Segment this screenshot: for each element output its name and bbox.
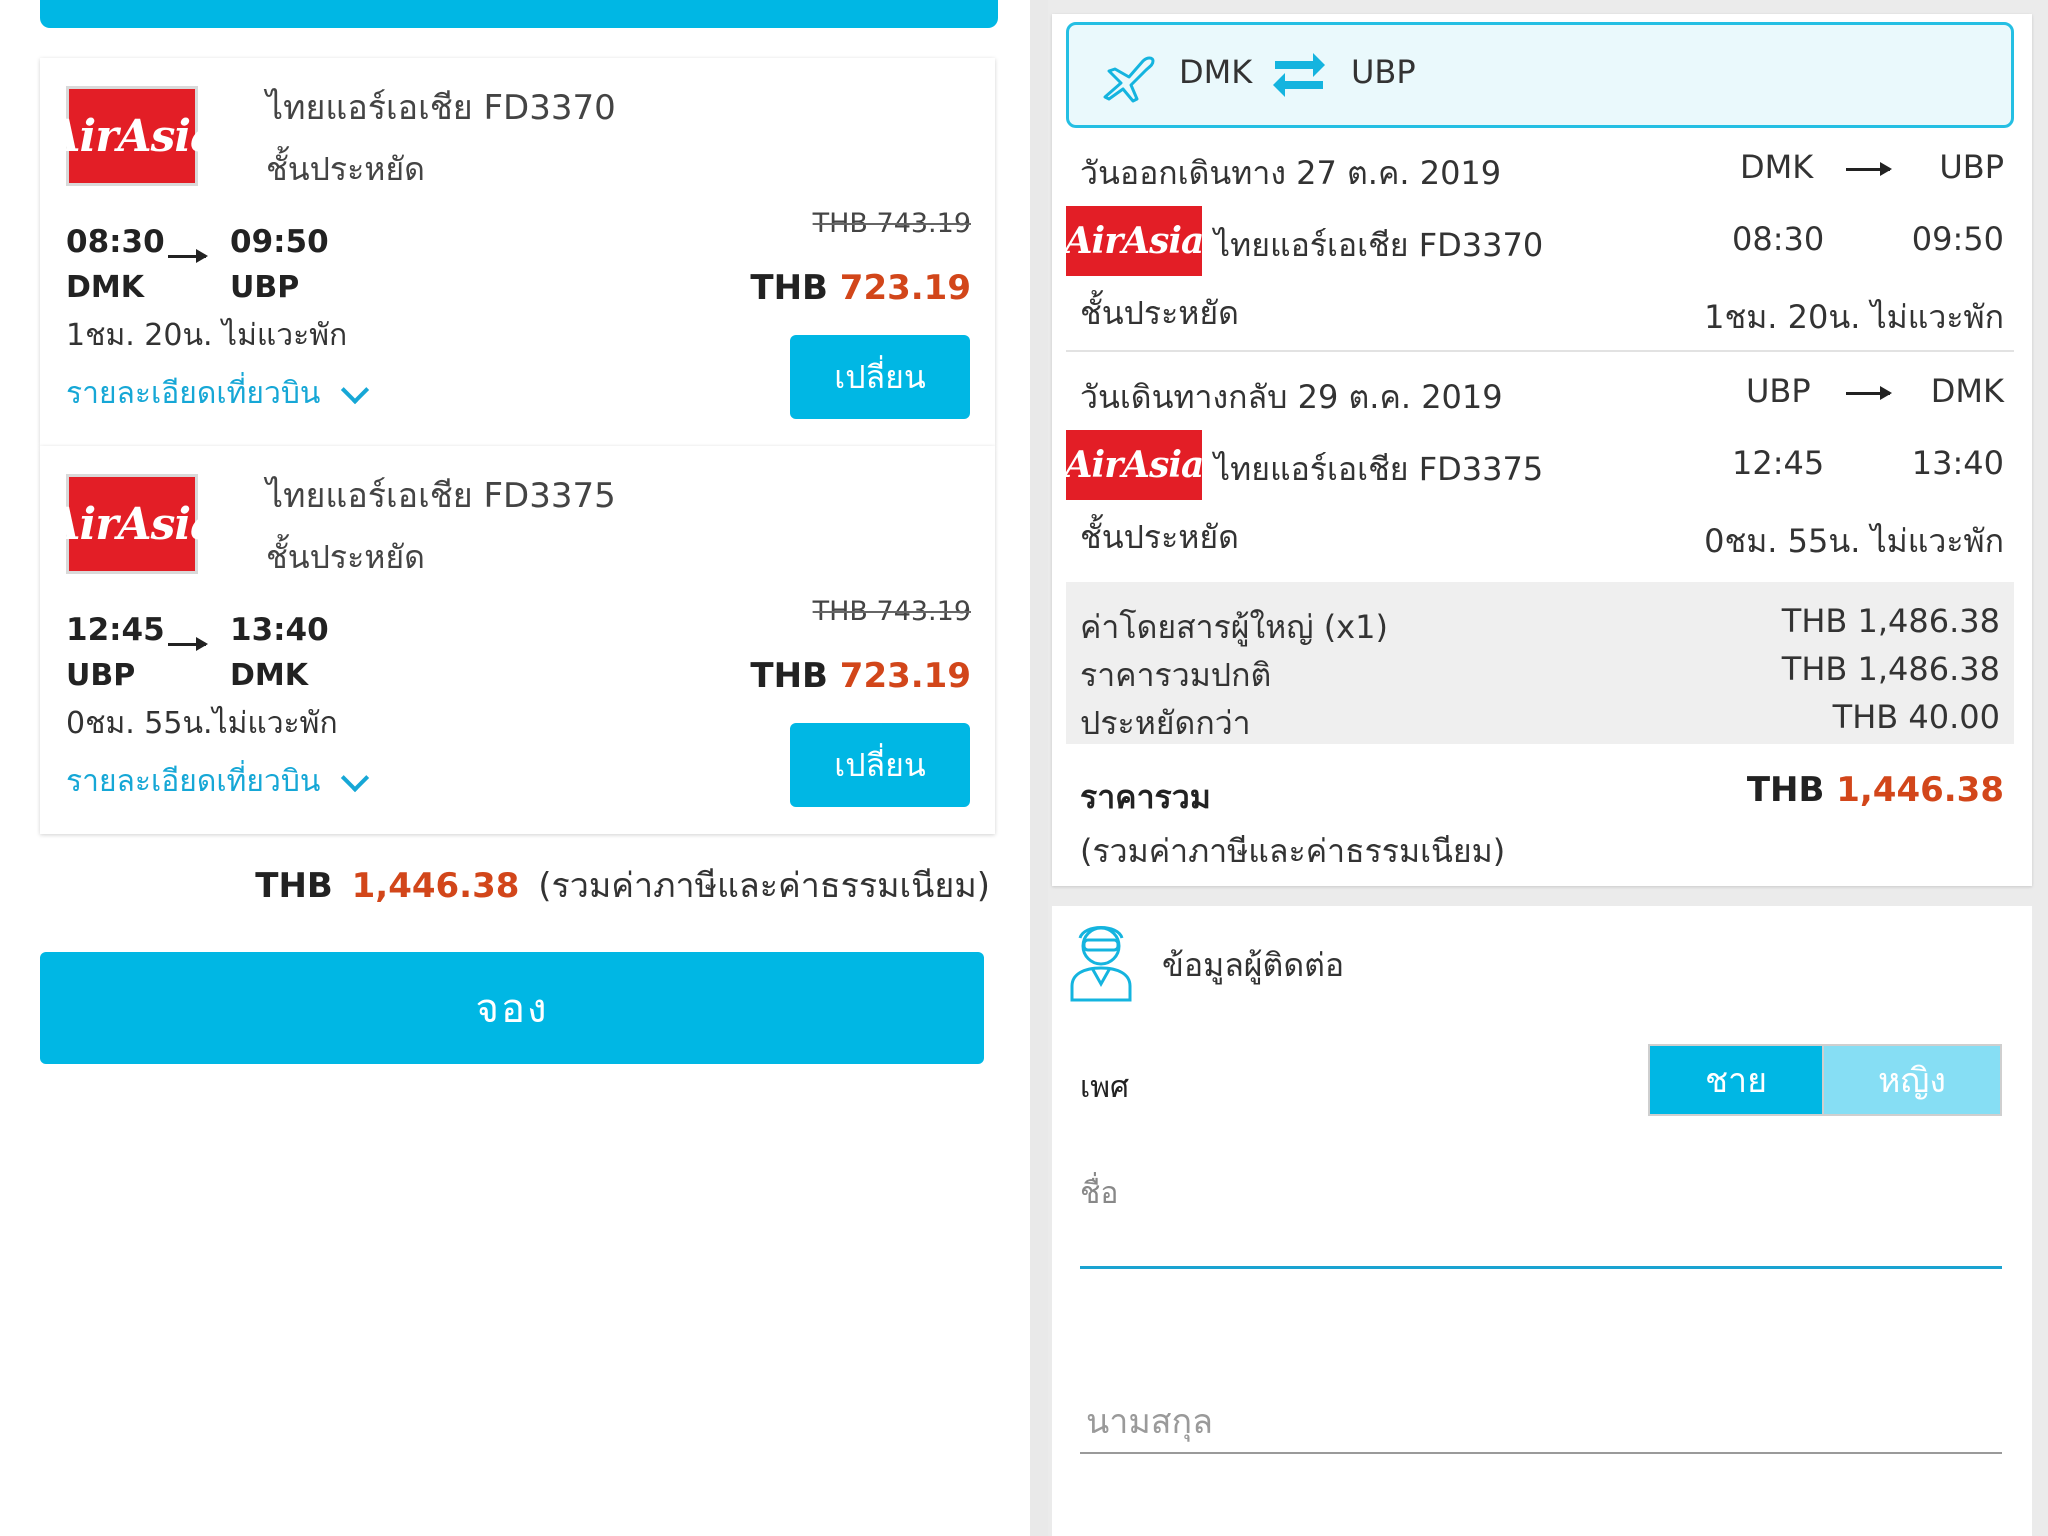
outbound-arrive-time: 09:50 <box>1911 220 2004 258</box>
airasia-logo: AirAsia <box>46 474 219 574</box>
price-amount: 723.19 <box>839 656 971 696</box>
arrow-right-icon <box>168 249 208 263</box>
arrow-right-icon <box>1846 162 1892 176</box>
flight-price: THB 723.19 <box>750 268 971 308</box>
depart-airport: UBP <box>66 658 136 693</box>
arrow-right-icon <box>1846 386 1892 400</box>
return-depart-time: 12:45 <box>1732 444 1825 482</box>
contact-person-icon <box>1070 926 1132 1002</box>
last-name-placeholder: นามสกุล <box>1086 1402 1213 1442</box>
gender-female-button[interactable]: หญิง <box>1824 1044 2002 1116</box>
return-arrive-time: 13:40 <box>1911 444 2004 482</box>
route-from: DMK <box>1179 53 1253 91</box>
first-name-input[interactable] <box>1080 1206 2002 1269</box>
price-currency: THB <box>750 656 828 696</box>
gender-label: เพศ <box>1080 1070 1130 1105</box>
return-duration: 0ชม. 55น. ไม่แวะพัก <box>1704 522 2004 560</box>
segment-divider <box>1066 350 2014 352</box>
outbound-depart-time: 08:30 <box>1732 220 1825 258</box>
price-currency: THB <box>750 268 828 308</box>
arrive-airport: DMK <box>230 658 309 693</box>
outbound-class: ชั้นประหยัด <box>1080 294 1239 332</box>
flight-card-outbound: AirAsia ไทยแอร์เอเชีย FD3370 ชั้นประหยัด… <box>40 58 995 446</box>
flight-selection-panel: AirAsia ไทยแอร์เอเชีย FD3370 ชั้นประหยัด… <box>0 0 1030 1536</box>
route-to: UBP <box>1351 53 1416 91</box>
flight-class: ชั้นประหยัด <box>266 538 425 576</box>
arrow-right-icon <box>168 637 208 651</box>
contact-info-card: ข้อมูลผู้ติดต่อ เพศ ชาย หญิง ชื่อ นามสกุ… <box>1052 906 2032 1536</box>
book-button[interactable]: จอง <box>40 952 984 1064</box>
fare-value: THB 1,486.38 <box>1781 650 2000 688</box>
grand-total-label: ราคารวม <box>1080 778 1211 816</box>
booking-summary-panel: DMK UBP วันออกเดินทาง 27 ต.ค. 2019 DMK U… <box>1048 0 2048 1536</box>
arrive-airport: UBP <box>230 270 300 305</box>
airasia-logo: AirAsia <box>46 86 219 186</box>
return-to: DMK <box>1930 372 2004 410</box>
flight-duration: 0ชม. 55น.ไม่แวะพัก <box>66 706 338 741</box>
return-airline: ไทยแอร์เอเชีย FD3375 <box>1214 450 1544 488</box>
round-trip-icon <box>1273 53 1325 97</box>
flight-price: THB 723.19 <box>750 656 971 696</box>
flight-details-label: รายละเอียดเที่ยวบิน <box>66 376 321 411</box>
arrive-time: 09:50 <box>230 224 329 260</box>
grand-total-note: (รวมค่าภาษีและค่าธรรมเนียม) <box>1080 832 1506 870</box>
top-accent-bar <box>40 0 998 28</box>
fare-value: THB 40.00 <box>1832 698 2000 736</box>
total-price-line: THB 1,446.38 (รวมค่าภาษีและค่าธรรมเนียม) <box>255 858 990 912</box>
chevron-down-icon[interactable] <box>340 763 370 793</box>
airasia-logo: AirAsia <box>1065 430 1204 500</box>
return-from: UBP <box>1746 372 1811 410</box>
grand-total-price: THB 1,446.38 <box>1747 770 2004 810</box>
flight-card-return: AirAsia ไทยแอร์เอเชีย FD3375 ชั้นประหยัด… <box>40 446 995 834</box>
flight-details-label: รายละเอียดเที่ยวบิน <box>66 764 321 799</box>
airplane-icon <box>1103 56 1155 103</box>
flight-airline: ไทยแอร์เอเชีย FD3370 <box>266 88 616 128</box>
last-name-input[interactable]: นามสกุล <box>1080 1394 2002 1454</box>
price-amount: 723.19 <box>839 268 971 308</box>
old-price: THB 743.19 <box>812 596 971 627</box>
trip-summary-card: DMK UBP วันออกเดินทาง 27 ต.ค. 2019 DMK U… <box>1052 14 2032 886</box>
contact-title: ข้อมูลผู้ติดต่อ <box>1162 946 1345 984</box>
flight-details-link[interactable]: รายละเอียดเที่ยวบิน <box>66 370 320 417</box>
flight-class: ชั้นประหยัด <box>266 150 425 188</box>
chevron-down-icon[interactable] <box>340 375 370 405</box>
outbound-from: DMK <box>1740 148 1814 186</box>
total-amount: 1,446.38 <box>351 866 520 906</box>
change-flight-button[interactable]: เปลี่ยน <box>790 335 970 419</box>
old-price: THB 743.19 <box>812 208 971 239</box>
fare-label: ค่าโดยสารผู้ใหญ่ (x1) <box>1080 608 1388 646</box>
fare-label: ราคารวมปกติ <box>1080 656 1272 694</box>
depart-time: 12:45 <box>66 612 165 648</box>
return-class: ชั้นประหยัด <box>1080 518 1239 556</box>
grand-total-currency: THB <box>1746 770 1825 810</box>
return-date: วันเดินทางกลับ 29 ต.ค. 2019 <box>1080 378 1503 416</box>
total-currency: THB <box>255 866 333 906</box>
arrive-time: 13:40 <box>230 612 329 648</box>
fare-breakdown: ค่าโดยสารผู้ใหญ่ (x1) THB 1,486.38 ราคาร… <box>1066 582 2014 744</box>
total-note: (รวมค่าภาษีและค่าธรรมเนียม) <box>538 866 990 906</box>
flight-duration: 1ชม. 20น. ไม่แวะพัก <box>66 318 348 353</box>
outbound-to: UBP <box>1939 148 2004 186</box>
depart-time: 08:30 <box>66 224 165 260</box>
panel-divider <box>1030 0 1048 1536</box>
flight-details-link[interactable]: รายละเอียดเที่ยวบิน <box>66 758 320 805</box>
outbound-airline: ไทยแอร์เอเชีย FD3370 <box>1214 226 1544 264</box>
airasia-logo: AirAsia <box>1065 206 1204 276</box>
grand-total-amount: 1,446.38 <box>1836 770 2004 810</box>
gender-male-button[interactable]: ชาย <box>1648 1044 1824 1116</box>
flight-airline: ไทยแอร์เอเชีย FD3375 <box>266 476 616 516</box>
outbound-duration: 1ชม. 20น. ไม่แวะพัก <box>1704 298 2004 336</box>
fare-label: ประหยัดกว่า <box>1080 704 1251 742</box>
outbound-date: วันออกเดินทาง 27 ต.ค. 2019 <box>1080 154 1502 192</box>
depart-airport: DMK <box>66 270 145 305</box>
route-header: DMK UBP <box>1066 22 2014 128</box>
fare-value: THB 1,486.38 <box>1781 602 2000 640</box>
change-flight-button[interactable]: เปลี่ยน <box>790 723 970 807</box>
